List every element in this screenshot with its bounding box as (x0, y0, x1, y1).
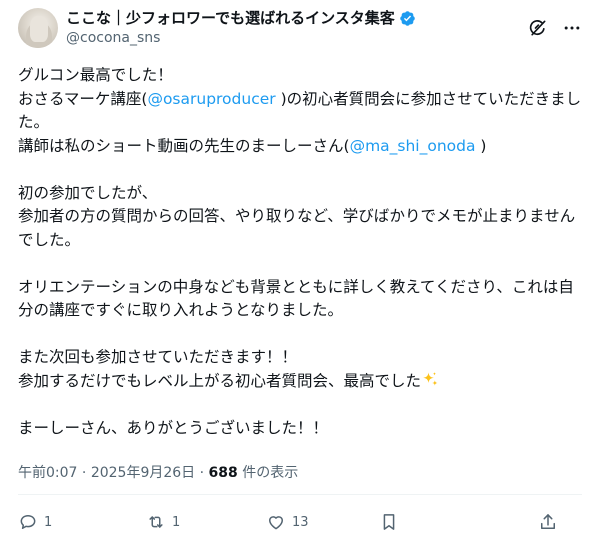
reply-icon (20, 515, 36, 529)
sparkles-icon (421, 371, 439, 389)
display-name[interactable]: ここな｜少フォロワーでも選ばれるインスタ集客 (66, 8, 395, 28)
meta-separator: · (195, 465, 209, 481)
paragraph-5: まーしーさん、ありがとうございました！！ (18, 418, 329, 437)
reply-button[interactable]: 1 (18, 512, 58, 532)
post-time[interactable]: 午前0:07 (18, 465, 77, 481)
bookmark-button[interactable] (379, 512, 419, 532)
line-1: グルコン最高でした！ (18, 66, 173, 84)
paragraph-4: また次回も参加させていただきます！！ 参加するだけでもレベル上がる初心者質問会、… (18, 346, 582, 393)
retweet-button[interactable]: 1 (146, 512, 186, 532)
meta-separator: · (77, 465, 91, 481)
paragraph-2: 初の参加でしたが、 参加者の方の質問からの回答、やり取りなど、学びばかりでメモが… (18, 183, 576, 249)
paragraph-1: グルコン最高でした！ おさるマーケ講座(@osaruproducer )の初心者… (18, 64, 582, 158)
share-button[interactable] (538, 512, 578, 532)
author-handle[interactable]: @cocona_sns (66, 28, 416, 48)
tweet-body: グルコン最高でした！ おさるマーケ講座(@osaruproducer )の初心者… (18, 64, 582, 464)
p4-line-2: 参加するだけでもレベル上がる初心者質問会、最高でした (18, 371, 422, 390)
header-actions (528, 18, 586, 38)
grok-icon[interactable] (528, 18, 548, 38)
mention-osaruproducer[interactable]: @osaruproducer (147, 90, 275, 108)
p4-line-1: また次回も参加させていただきます！！ (18, 348, 298, 366)
reply-count: 1 (44, 514, 53, 530)
post-date[interactable]: 2025年9月26日 (91, 465, 195, 481)
paragraph-3: オリエンテーションの中身なども背景とともに詳しく教えてくださり、これは自分の講座… (18, 277, 574, 320)
author-names: ここな｜少フォロワーでも選ばれるインスタ集客 @cocona_sns (66, 8, 416, 48)
line-3-prefix: 講師は私のショート動画の先生のまーしーさん( (18, 136, 350, 155)
action-bar: 1 1 13 (18, 508, 578, 536)
verified-badge-icon[interactable] (399, 10, 416, 27)
share-icon (541, 514, 555, 529)
like-button[interactable]: 13 (266, 512, 309, 532)
views-count[interactable]: 688 (209, 465, 238, 481)
tweet-meta: 午前0:07 · 2025年9月26日 · 688 件の表示 (18, 462, 298, 482)
line-2-prefix: おさるマーケ講座( (18, 89, 148, 108)
more-icon[interactable] (562, 18, 582, 38)
mention-ma-shi-onoda[interactable]: @ma_shi_onoda (350, 137, 476, 155)
avatar[interactable] (18, 8, 58, 48)
heart-icon (269, 516, 283, 530)
retweet-count: 1 (172, 514, 181, 530)
tweet-header: ここな｜少フォロワーでも選ばれるインスタ集客 @cocona_sns (18, 6, 586, 50)
divider (18, 494, 582, 495)
line-3-suffix: ) (475, 136, 487, 155)
views-label: 件の表示 (237, 465, 299, 481)
retweet-icon (149, 516, 163, 528)
tweet-card: ここな｜少フォロワーでも選ばれるインスタ集客 @cocona_sns グルコン最… (0, 0, 600, 550)
like-count: 13 (292, 514, 309, 530)
display-name-row: ここな｜少フォロワーでも選ばれるインスタ集客 (66, 8, 416, 28)
bookmark-icon (383, 514, 394, 530)
